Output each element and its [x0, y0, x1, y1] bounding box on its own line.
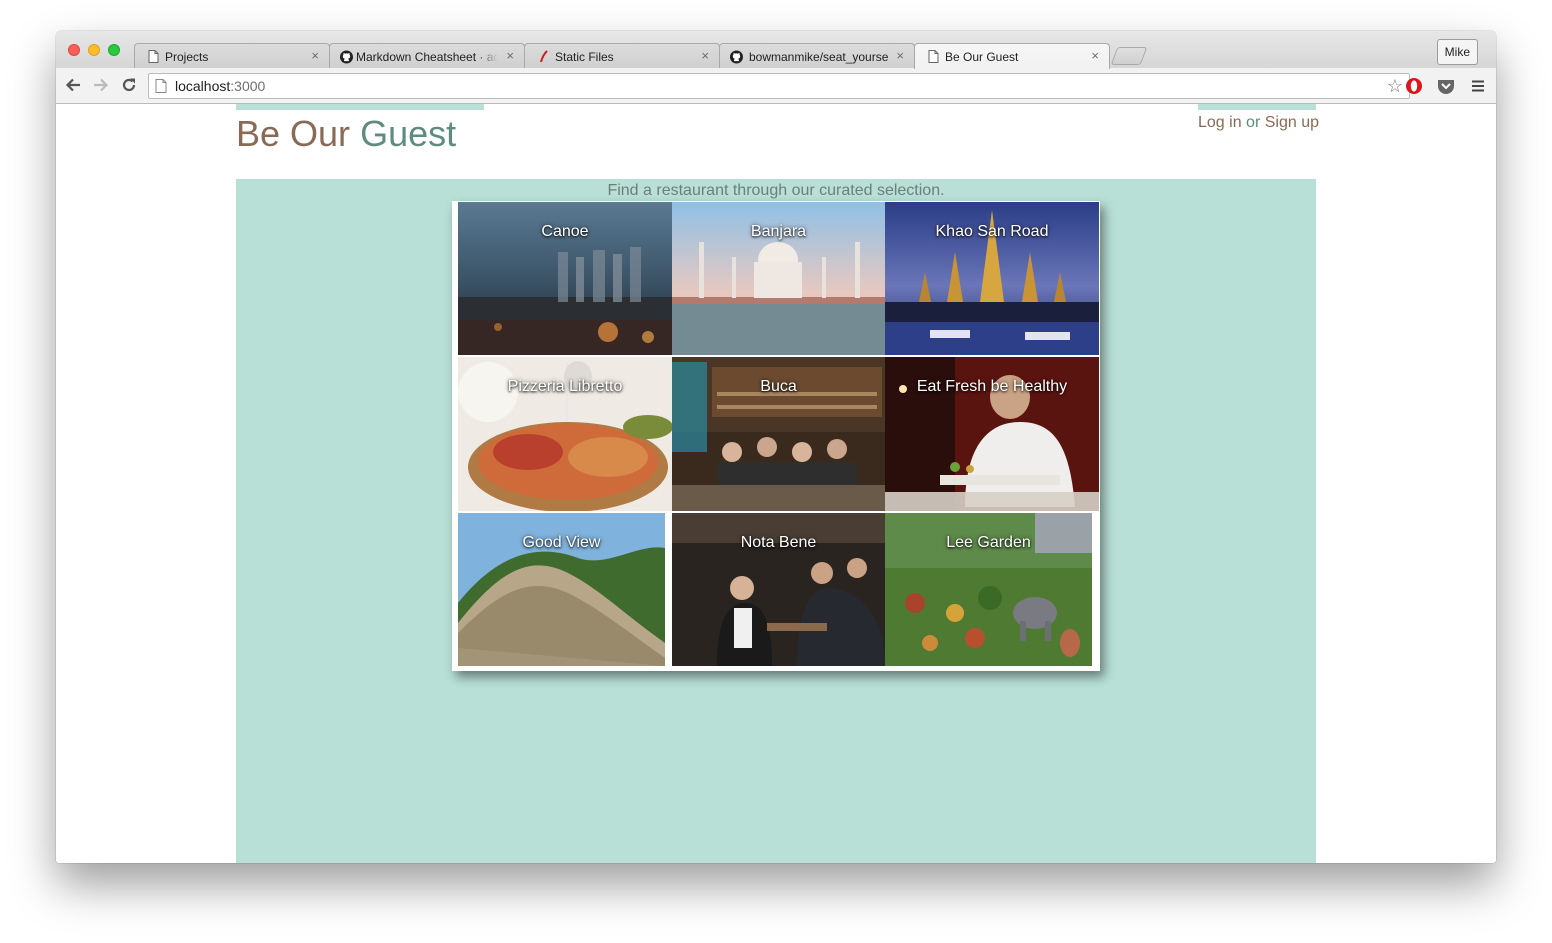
new-tab-button[interactable]: [1110, 47, 1148, 65]
chrome-menu-button[interactable]: [1468, 76, 1488, 96]
url-host: localhost: [175, 78, 231, 94]
restaurant-card-nota-bene[interactable]: Nota Bene: [672, 513, 885, 666]
opera-icon: [1406, 78, 1422, 94]
close-tab-icon[interactable]: ×: [896, 48, 904, 63]
pocket-extension-button[interactable]: [1436, 76, 1456, 96]
restaurant-name: Banjara: [750, 223, 807, 240]
header-accent-right: [1198, 104, 1316, 110]
browser-toolbar: localhost:3000 ☆: [56, 68, 1496, 104]
restaurant-card-buca[interactable]: Buca: [672, 357, 885, 511]
close-tab-icon[interactable]: ×: [701, 48, 709, 63]
bookmark-star-icon[interactable]: ☆: [1387, 76, 1403, 96]
tab-title: Markdown Cheatsheet · ad: [356, 50, 498, 64]
header-accent-left: [236, 104, 484, 110]
restaurant-name: Nota Bene: [740, 534, 817, 551]
login-link[interactable]: Log in: [1198, 114, 1242, 131]
restaurant-name: Canoe: [541, 223, 589, 240]
restaurant-name: Lee Garden: [946, 534, 1031, 551]
forward-arrow-icon: [94, 78, 109, 92]
back-arrow-icon: [65, 78, 80, 92]
restaurant-grid: Canoe Banjara Khao San Road Pizzeria Lib…: [452, 201, 1100, 671]
brand-part2: Guest: [360, 113, 457, 154]
tab-title: Projects: [165, 50, 209, 64]
zoom-window-button[interactable]: [108, 44, 120, 56]
site-logo[interactable]: Be Our Guest: [236, 114, 456, 154]
rails-icon: [537, 50, 550, 63]
restaurant-card-good-view[interactable]: Good View: [458, 513, 665, 666]
tab-strip: Projects × Markdown Cheatsheet · ad × St…: [56, 31, 1496, 69]
hamburger-menu-icon: [1472, 80, 1484, 92]
opera-extension-button[interactable]: [1404, 76, 1424, 96]
tab-be-our-guest[interactable]: Be Our Guest ×: [914, 43, 1110, 69]
page-icon: [147, 50, 160, 63]
tab-projects[interactable]: Projects ×: [134, 43, 330, 69]
restaurant-card-khao-san-road[interactable]: Khao San Road: [885, 202, 1099, 355]
auth-links: Log in or Sign up: [1198, 113, 1319, 133]
pocket-icon: [1438, 80, 1454, 94]
restaurant-name: Good View: [522, 534, 601, 551]
close-window-button[interactable]: [68, 44, 80, 56]
back-button[interactable]: [63, 75, 83, 95]
tab-title: bowmanmike/seat_yourself: [749, 50, 888, 64]
github-icon: [730, 50, 743, 63]
close-tab-icon[interactable]: ×: [506, 48, 514, 63]
tagline: Find a restaurant through our curated se…: [607, 182, 945, 199]
url-port: :3000: [230, 78, 266, 94]
close-tab-icon[interactable]: ×: [1091, 48, 1099, 63]
restaurant-card-eat-fresh-be-healthy[interactable]: Eat Fresh be Healthy: [885, 357, 1099, 511]
reload-icon: [122, 78, 136, 92]
profile-button[interactable]: Mike: [1436, 39, 1478, 65]
github-icon: [340, 50, 353, 63]
restaurant-card-canoe[interactable]: Canoe: [458, 202, 672, 355]
page-icon: [155, 79, 167, 93]
tab-static-files[interactable]: Static Files ×: [524, 43, 720, 69]
restaurant-name: Eat Fresh be Healthy: [916, 378, 1068, 395]
page-icon: [927, 50, 940, 63]
restaurant-card-banjara[interactable]: Banjara: [672, 202, 885, 355]
restaurant-card-lee-garden[interactable]: Lee Garden: [885, 513, 1092, 666]
restaurant-card-pizzeria-libretto[interactable]: Pizzeria Libretto: [458, 357, 672, 511]
tab-markdown-cheatsheet[interactable]: Markdown Cheatsheet · ad ×: [329, 43, 525, 69]
web-page: Be Our Guest Log in or Sign up Find a re…: [56, 104, 1496, 863]
browser-window: Projects × Markdown Cheatsheet · ad × St…: [56, 31, 1496, 863]
minimize-window-button[interactable]: [88, 44, 100, 56]
restaurant-name: Khao San Road: [935, 223, 1049, 240]
close-tab-icon[interactable]: ×: [311, 48, 319, 63]
address-bar[interactable]: localhost:3000 ☆: [148, 73, 1410, 99]
auth-separator: or: [1241, 114, 1265, 131]
tab-title: Static Files: [555, 50, 614, 64]
restaurant-name: Buca: [760, 378, 797, 395]
forward-button[interactable]: [91, 75, 111, 95]
tab-title: Be Our Guest: [945, 50, 1019, 64]
url-text: localhost:3000: [175, 78, 265, 94]
reload-button[interactable]: [119, 75, 139, 95]
main-content: Find a restaurant through our curated se…: [236, 179, 1316, 863]
brand-part1: Be Our: [236, 113, 361, 154]
restaurant-name: Pizzeria Libretto: [507, 378, 623, 395]
tab-seat-yourself[interactable]: bowmanmike/seat_yourself ×: [719, 43, 915, 69]
signup-link[interactable]: Sign up: [1265, 114, 1319, 131]
